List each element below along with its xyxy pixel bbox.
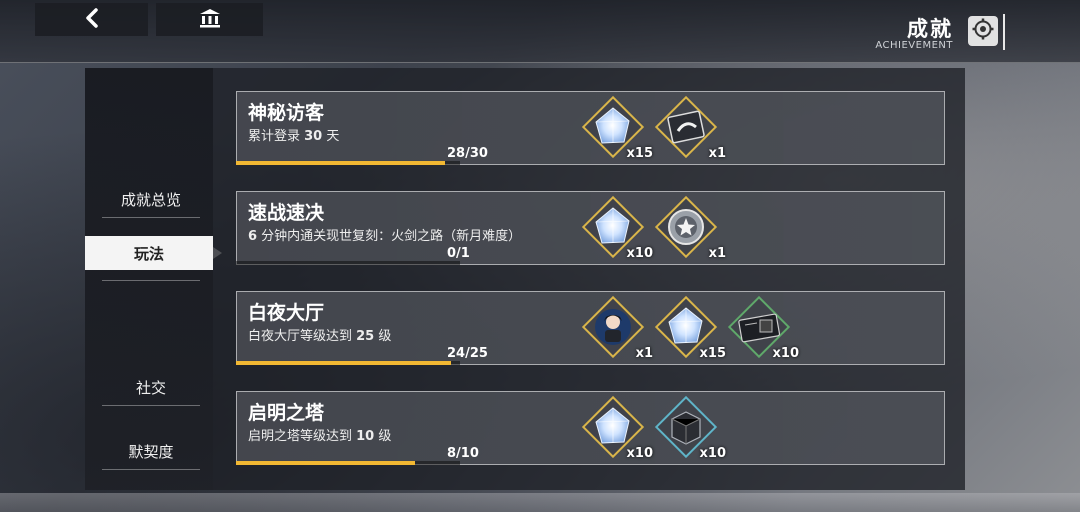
progress-text: 0/1 (447, 246, 470, 261)
progress-bar (236, 461, 460, 465)
progress-fill (236, 461, 416, 465)
sidebar: 成就总览 成长 社交 默契度 (85, 68, 213, 490)
achievement-description: 累计登录 30 天 (248, 129, 340, 144)
progress-bar (236, 261, 460, 265)
reward-item[interactable]: x15 (581, 95, 653, 161)
progress-bar (236, 361, 460, 365)
sidebar-item-label: 默契度 (128, 443, 174, 461)
sidebar-item-label: 玩法 (133, 244, 164, 263)
reward-item[interactable]: x10 (581, 395, 653, 461)
achievement-description: 6 分钟内通关现世复刻：火剑之路（新月难度） (248, 229, 522, 244)
reward-item[interactable]: x10 (727, 295, 799, 361)
reward-item[interactable]: x1 (654, 95, 726, 161)
sidebar-item-social[interactable]: 社交 (102, 370, 200, 406)
reward-quantity: x10 (626, 246, 653, 261)
institution-icon (199, 8, 221, 32)
progress-text: 8/10 (447, 446, 479, 461)
settings-button[interactable] (968, 16, 998, 46)
reward-quantity: x1 (708, 146, 726, 161)
reward-item[interactable]: x10 (581, 195, 653, 261)
page-title: 成就 (907, 17, 953, 41)
home-button[interactable] (156, 3, 263, 36)
reward-quantity: x15 (626, 146, 653, 161)
reward-quantity: x1 (635, 346, 653, 361)
reward-item[interactable]: x10 (654, 395, 726, 461)
sidebar-item-label: 社交 (135, 379, 166, 397)
progress-fill (236, 161, 446, 165)
achievement-title: 速战速决 (248, 202, 325, 224)
badge-icon (664, 205, 708, 253)
achievement-title: 启明之塔 (248, 402, 325, 424)
sidebar-item-label: 成就总览 (120, 191, 181, 209)
progress-bar (236, 161, 460, 165)
card-icon (664, 105, 708, 153)
divider (1003, 14, 1005, 50)
reward-quantity: x10 (772, 346, 799, 361)
progress-fill (236, 361, 452, 365)
reward-item[interactable]: x1 (654, 195, 726, 261)
sidebar-item-gameplay[interactable]: 玩法 (85, 236, 222, 270)
reward-quantity: x1 (708, 246, 726, 261)
top-bar: 成就 ACHIEVEMENT (0, 0, 1080, 63)
reward-item[interactable]: x1 (581, 295, 653, 361)
progress-text: 28/30 (447, 146, 488, 161)
character-icon (591, 305, 635, 353)
sidebar-item-affinity[interactable]: 默契度 (102, 434, 200, 470)
reward-item[interactable]: x15 (654, 295, 726, 361)
reward-quantity: x10 (626, 446, 653, 461)
back-chevron-icon (84, 7, 100, 32)
achievement-description: 启明之塔等级达到 10 级 (248, 429, 392, 444)
reward-quantity: x10 (699, 446, 726, 461)
settings-icon (972, 18, 994, 44)
bottom-strip (0, 493, 1080, 512)
achievement-description: 白夜大厅等级达到 25 级 (248, 329, 392, 344)
achievement-title: 神秘访客 (248, 102, 325, 124)
page-subtitle: ACHIEVEMENT (875, 40, 953, 51)
sidebar-item-overview[interactable]: 成就总览 (102, 182, 200, 218)
reward-quantity: x15 (699, 346, 726, 361)
back-button[interactable] (35, 3, 148, 36)
achievement-title: 白夜大厅 (248, 302, 325, 324)
progress-text: 24/25 (447, 346, 488, 361)
